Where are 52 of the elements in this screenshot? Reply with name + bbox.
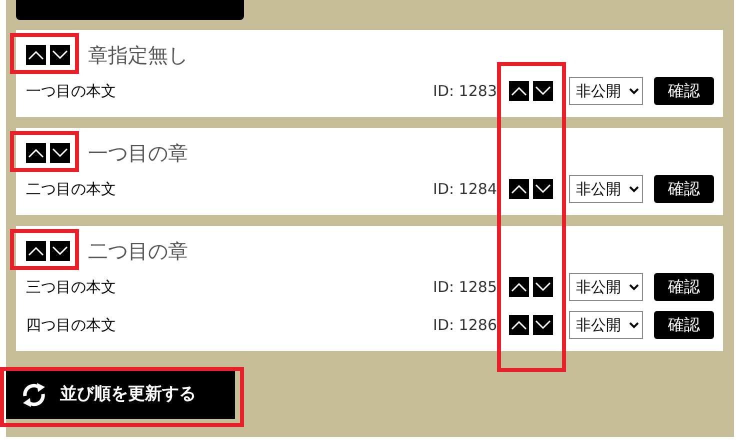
chevron-up-icon [28,246,44,256]
chevron-up-icon [511,86,527,96]
move-up-button[interactable] [509,81,529,101]
entry-id: ID: 1283 [433,80,497,102]
update-order-button[interactable]: 並び順を更新する [6,371,235,419]
chevron-up-icon [511,184,527,194]
confirm-button[interactable]: 確認 [654,175,714,203]
entry-title: 一つ目の本文 [26,80,117,102]
visibility-select[interactable]: 非公開 [569,77,643,105]
entry-id: ID: 1285 [433,276,497,298]
move-down-button[interactable] [533,179,553,199]
chapter-title: 二つ目の章 [88,238,188,265]
chevron-up-icon [511,320,527,330]
move-down-button[interactable] [533,277,553,297]
entry-id: ID: 1286 [433,314,497,336]
refresh-icon [20,381,48,409]
move-down-button[interactable] [50,45,70,65]
highlight-frame [10,131,79,172]
chevron-down-icon [535,282,551,292]
chevron-down-icon [535,184,551,194]
visibility-select[interactable]: 非公開 [569,273,643,301]
move-up-button[interactable] [509,277,529,297]
chevron-up-icon [28,148,44,158]
chevron-down-icon [52,50,68,60]
highlight-frame [10,33,79,74]
move-down-button[interactable] [50,241,70,261]
entry-title: 四つ目の本文 [26,314,117,336]
chevron-down-icon [535,86,551,96]
chevron-up-icon [28,50,44,60]
entry-id: ID: 1284 [433,178,497,200]
confirm-button[interactable]: 確認 [654,77,714,105]
visibility-select[interactable]: 非公開 [569,175,643,203]
chevron-down-icon [52,148,68,158]
chevron-up-icon [511,282,527,292]
move-down-button[interactable] [533,315,553,335]
confirm-button[interactable]: 確認 [654,273,714,301]
move-up-button[interactable] [26,45,46,65]
confirm-button[interactable]: 確認 [654,311,714,339]
move-up-button[interactable] [509,315,529,335]
entry-title: 三つ目の本文 [26,276,117,298]
chapter-title: 一つ目の章 [88,140,188,167]
visibility-select[interactable]: 非公開 [569,311,643,339]
move-down-button[interactable] [533,81,553,101]
move-up-button[interactable] [26,143,46,163]
move-up-button[interactable] [509,179,529,199]
entry-title: 二つ目の本文 [26,178,117,200]
chevron-down-icon [52,246,68,256]
highlight-frame [10,229,79,270]
chevron-down-icon [535,320,551,330]
chapter-title: 章指定無し [88,42,188,69]
move-down-button[interactable] [50,143,70,163]
move-up-button[interactable] [26,241,46,261]
